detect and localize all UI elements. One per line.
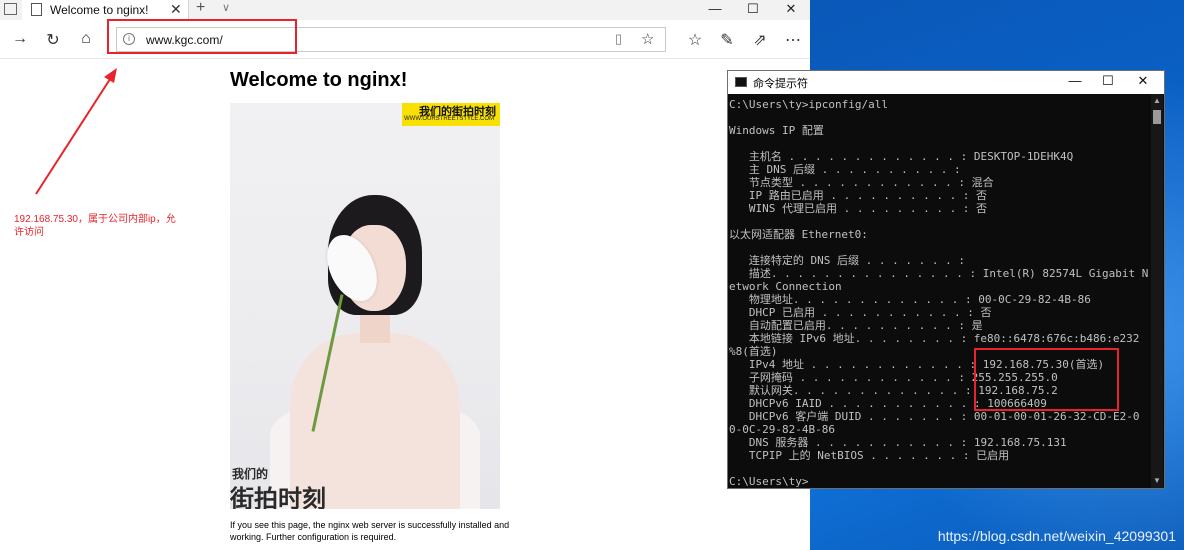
photo-logo: 街拍时刻 [230, 484, 326, 509]
cmd-line: 主机名 . . . . . . . . . . . . . : DESKTOP-… [729, 150, 1074, 163]
annotation-arrow [35, 68, 117, 195]
chevron-down-icon[interactable]: ∨ [222, 1, 230, 14]
cmd-scrollbar[interactable]: ▲ ▼ [1151, 94, 1163, 488]
cmd-close-button[interactable]: ✕ [1128, 73, 1158, 89]
cmd-titlebar[interactable]: 命令提示符 — ☐ ✕ [728, 71, 1164, 94]
pen-icon[interactable]: ✎ [716, 30, 738, 50]
cmd-line: 描述. . . . . . . . . . . . . . . : Intel(… [729, 267, 1149, 280]
cmd-line: 主 DNS 后缀 . . . . . . . . . . : [729, 163, 961, 176]
nginx-page-photo: 我们的街拍时刻 WWW.OURSTREETSTYLE.COM 我们的 街拍时刻 [230, 103, 500, 509]
cmd-line: WINS 代理已启用 . . . . . . . . . : 否 [729, 202, 988, 215]
watermark: https://blog.csdn.net/weixin_42099301 [937, 528, 1176, 544]
cmd-line: etwork Connection [729, 280, 842, 293]
cmd-line: Windows IP 配置 [729, 124, 824, 137]
annotation-text: 192.168.75.30，属于公司内部ip，允许访问 [14, 214, 176, 238]
cmd-icon [735, 77, 747, 87]
cmd-line: %8(首选) [729, 345, 778, 358]
cmd-line: DNS 服务器 . . . . . . . . . . . : 192.168.… [729, 436, 1067, 449]
cmd-line: 0-0C-29-82-4B-86 [729, 423, 835, 436]
cmd-line: 节点类型 . . . . . . . . . . . . : 混合 [729, 176, 994, 189]
cmd-minimize-button[interactable]: — [1060, 73, 1090, 88]
cmd-line: DHCP 已启用 . . . . . . . . . . . : 否 [729, 306, 992, 319]
favorites-list-icon[interactable]: ☆ [684, 30, 706, 50]
reading-view-icon[interactable]: ▯ [615, 31, 622, 47]
maximize-button[interactable]: ☐ [738, 1, 768, 17]
cmd-line: 物理地址. . . . . . . . . . . . . : 00-0C-29… [729, 293, 1091, 306]
cmd-window: 命令提示符 — ☐ ✕ C:\Users\ty>ipconfig/all Wind… [727, 70, 1165, 489]
cmd-line: TCPIP 上的 NetBIOS . . . . . . . : 已启用 [729, 449, 1010, 462]
cmd-line: 自动配置已启用. . . . . . . . . . : 是 [729, 319, 983, 332]
cmd-line: C:\Users\ty> [729, 475, 809, 487]
cmd-maximize-button[interactable]: ☐ [1093, 73, 1123, 89]
cmd-output[interactable]: C:\Users\ty>ipconfig/all Windows IP 配置 主机… [729, 94, 1149, 487]
cmd-line: IP 路由已启用 . . . . . . . . . . : 否 [729, 189, 988, 202]
cmd-line: 本地链接 IPv6 地址. . . . . . . . : fe80::6478… [729, 332, 1140, 345]
minimize-button[interactable]: — [700, 1, 730, 16]
scroll-down-icon[interactable]: ▼ [1153, 476, 1161, 485]
cmd-line: C:\Users\ty>ipconfig/all [729, 98, 888, 111]
scroll-thumb[interactable] [1153, 110, 1161, 124]
ipv4-highlight-box [974, 348, 1119, 411]
cmd-line: DHCPv6 客户端 DUID . . . . . . . : 00-01-00… [729, 410, 1140, 423]
share-icon[interactable]: ⇗ [749, 30, 771, 50]
more-icon[interactable]: ⋯ [782, 30, 804, 50]
page-body-text: If you see this page, the nginx web serv… [230, 520, 510, 542]
scroll-up-icon[interactable]: ▲ [1153, 96, 1161, 105]
photo-badge-url: WWW.OURSTREETSTYLE.COM [404, 116, 494, 122]
close-button[interactable]: ✕ [776, 1, 806, 17]
cmd-title: 命令提示符 [753, 78, 808, 90]
page-title: Welcome to nginx! [230, 69, 408, 91]
favorite-star-icon[interactable]: ☆ [641, 30, 654, 48]
cmd-line: 以太网适配器 Ethernet0: [729, 228, 868, 241]
cmd-line: 连接特定的 DNS 后缀 . . . . . . . : [729, 254, 965, 267]
